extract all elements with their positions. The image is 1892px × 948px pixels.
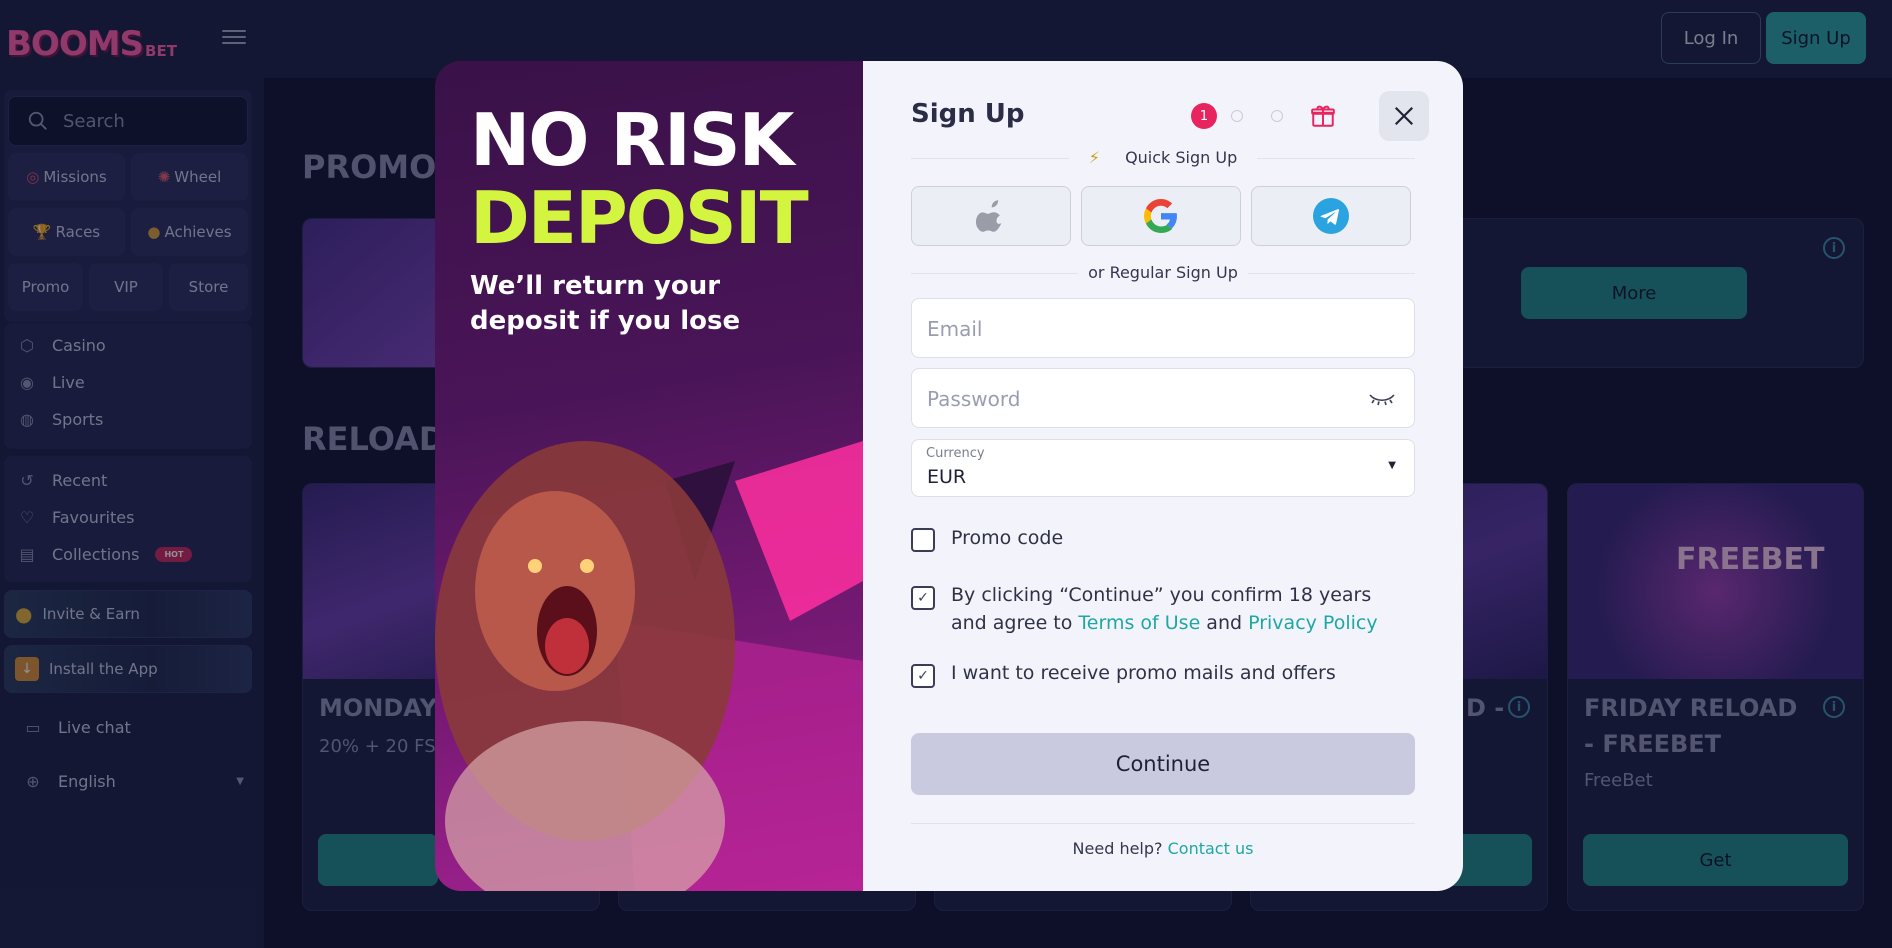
apple-signup-button[interactable] [911, 186, 1071, 246]
close-icon [1394, 106, 1414, 126]
promo-panel: NO RISK DEPOSIT We’ll return your deposi… [435, 61, 863, 891]
promo-headline-2: DEPOSIT [470, 176, 809, 260]
chevron-down-icon: ▼ [1388, 460, 1396, 471]
telegram-icon [1313, 198, 1349, 234]
contact-link[interactable]: Contact us [1168, 839, 1254, 858]
google-icon [1144, 199, 1177, 233]
promo-tagline: We’ll return your deposit if you lose [470, 271, 741, 336]
promo-headline-1: NO RISK [470, 98, 794, 182]
close-button[interactable] [1379, 91, 1429, 141]
currency-value: EUR [927, 466, 967, 488]
check-icon: ✓ [917, 590, 929, 606]
step-indicator [1231, 110, 1243, 122]
check-icon: ✓ [917, 668, 929, 684]
promo-code-label[interactable]: Promo code [951, 524, 1063, 552]
promo-mails-checkbox[interactable]: ✓ [911, 664, 935, 688]
promo-mails-label[interactable]: I want to receive promo mails and offers [951, 659, 1336, 687]
signup-form-panel: Sign Up 1 ⚡ Quick Sign Up or Regular Sig… [863, 61, 1463, 891]
eye-closed-icon[interactable] [1368, 391, 1396, 407]
terms-checkbox[interactable]: ✓ [911, 586, 935, 610]
signup-modal: NO RISK DEPOSIT We’ll return your deposi… [435, 61, 1463, 891]
apple-icon [976, 200, 1002, 232]
currency-select[interactable]: Currency EUR ▼ [911, 439, 1415, 497]
terms-link[interactable]: Terms of Use [1078, 612, 1200, 634]
currency-label: Currency [926, 446, 985, 461]
privacy-link[interactable]: Privacy Policy [1248, 612, 1377, 634]
gift-icon[interactable] [1310, 103, 1336, 129]
password-placeholder: Password [927, 387, 1021, 411]
terms-text: By clicking “Continue” you confirm 18 ye… [951, 584, 1378, 634]
promo-code-checkbox[interactable] [911, 528, 935, 552]
google-signup-button[interactable] [1081, 186, 1241, 246]
step-indicator [1271, 110, 1283, 122]
help-text: Need help? [1072, 839, 1163, 858]
continue-button[interactable]: Continue [911, 733, 1415, 795]
step-indicator-active: 1 [1191, 103, 1217, 129]
email-field[interactable]: Email [911, 298, 1415, 358]
email-placeholder: Email [927, 317, 983, 341]
help-row: Need help? Contact us [911, 839, 1415, 858]
lightning-icon: ⚡ [1078, 148, 1110, 167]
telegram-signup-button[interactable] [1251, 186, 1411, 246]
quick-label-text: Quick Sign Up [1115, 148, 1248, 167]
regular-signup-label: or Regular Sign Up [911, 263, 1415, 282]
password-field[interactable]: Password [911, 368, 1415, 428]
divider [911, 823, 1415, 824]
modal-title: Sign Up [911, 99, 1025, 129]
quick-signup-label: ⚡ Quick Sign Up [911, 148, 1415, 167]
